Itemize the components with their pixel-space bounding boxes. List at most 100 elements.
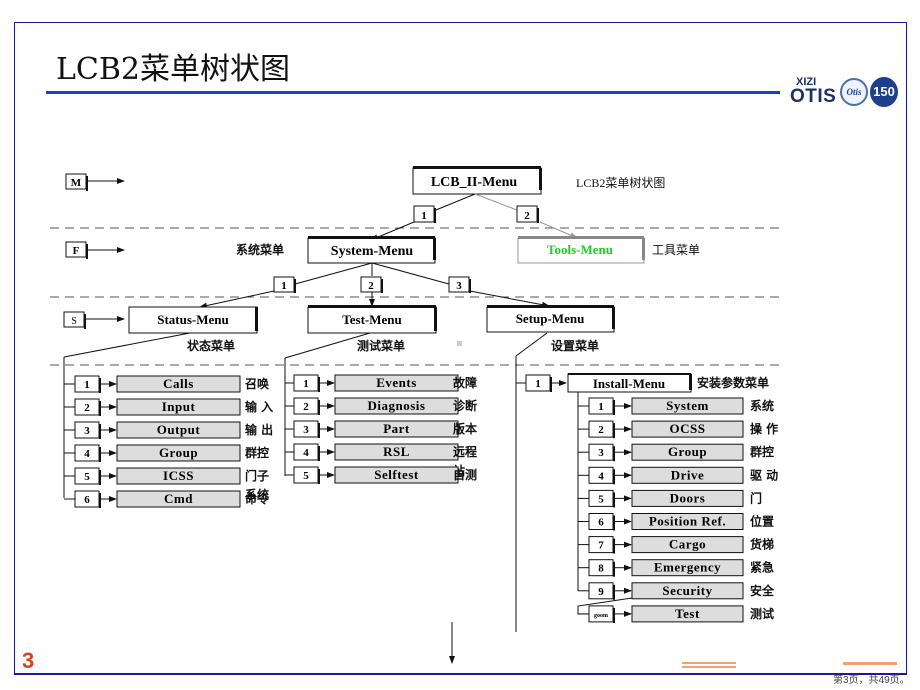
item-number: 8	[598, 563, 604, 575]
lcb-ii-menu-node[interactable]: LCB_II-Menu	[412, 166, 542, 195]
item-caption: 门子	[245, 468, 269, 483]
menu-item-row[interactable]: 1 Events 故障	[285, 374, 477, 392]
menu-item-row[interactable]: 4 Group 群控	[64, 444, 269, 462]
item-label: Emergency	[654, 560, 721, 575]
item-number: 3	[303, 424, 309, 436]
stray-marker	[457, 341, 462, 346]
item-caption: 输 出	[245, 422, 273, 437]
system-menu-node[interactable]: System-Menu	[307, 236, 436, 264]
menu-item-row[interactable]: 6 Position Ref. 位置	[578, 513, 774, 531]
menu-item-row[interactable]: 2 Diagnosis 诊断	[285, 397, 477, 415]
menu-item-row[interactable]: 8 Emergency 紧急	[578, 559, 774, 577]
item-caption: 召唤	[245, 376, 269, 391]
page-number: 3	[22, 648, 35, 673]
item-number: 1	[598, 401, 604, 413]
item-number: 4	[303, 447, 309, 459]
item-label: Cargo	[669, 537, 706, 552]
status-menu-node[interactable]: Status-Menu	[128, 306, 258, 334]
node-label: Test-Menu	[342, 312, 401, 327]
item-label: System	[666, 398, 709, 413]
svg-text:2: 2	[368, 280, 374, 292]
menu-item-row[interactable]: 7 Cargo 货梯	[578, 536, 774, 554]
menu-item-row[interactable]: 3 Output 输 出	[64, 421, 273, 439]
system-menu-caption: 系统菜单	[236, 242, 284, 257]
menu-item-row[interactable]: 1 System 系统	[578, 397, 774, 415]
branch-badge: 2	[360, 276, 383, 293]
item-label: Diagnosis	[368, 398, 426, 413]
menu-tree-diagram: M F S LCB_II-Menu LCB2菜单树状图 1 2 系统菜单 Sys…	[50, 166, 780, 664]
item-label: RSL	[383, 444, 410, 459]
branch-badge: 3	[448, 276, 471, 293]
menu-item-row[interactable]: 3 Part 版本	[285, 420, 477, 438]
item-caption: 位置	[750, 514, 774, 529]
item-label: Cmd	[164, 491, 193, 506]
item-caption: 输 入	[245, 399, 273, 414]
menu-item-row[interactable]: 3 Group 群控	[578, 443, 774, 462]
item-number: 4	[84, 448, 90, 460]
node-label: LCB_II-Menu	[431, 175, 518, 190]
menu-item-row[interactable]: 4 Drive 驱 动	[578, 466, 778, 485]
install-menu-caption: 安装参数菜单	[697, 375, 769, 390]
menu-item-row[interactable]: 1 Calls 召唤	[64, 375, 269, 393]
svg-text:3: 3	[456, 280, 462, 292]
node-label: Setup-Menu	[516, 311, 585, 326]
test-menu-caption: 测试菜单	[357, 338, 405, 353]
item-caption: 系统	[750, 398, 774, 413]
item-number: 6	[84, 494, 90, 506]
decorative-bar	[682, 662, 736, 664]
item-number: 4	[598, 470, 604, 482]
item-caption: 群控	[244, 445, 269, 460]
item-number: 2	[598, 424, 604, 436]
item-caption: 命令	[244, 491, 270, 506]
item-caption: 紧急	[750, 560, 774, 575]
node-label: System-Menu	[331, 244, 414, 259]
item-label: Part	[383, 421, 410, 436]
setup-menu-node[interactable]: Setup-Menu	[486, 305, 615, 333]
tools-menu-node[interactable]: Tools-Menu	[517, 236, 645, 264]
install-menu-row[interactable]: 1 Install-Menu 安装参数菜单	[516, 373, 769, 393]
branch-badge: 2	[516, 205, 539, 223]
item-caption: 驱 动	[750, 468, 778, 482]
svg-text:1: 1	[281, 280, 287, 292]
menu-item-row[interactable]: 2 OCSS 操 作	[578, 420, 778, 439]
item-number: goom	[594, 613, 608, 619]
item-number: 3	[598, 447, 604, 459]
menu-item-row[interactable]: 5 Selftest 自测	[285, 466, 477, 484]
item-number: 7	[598, 540, 604, 552]
item-number: 9	[598, 586, 604, 598]
menu-item-row[interactable]: 5 Doors 门	[578, 489, 762, 508]
item-caption: 版本	[453, 421, 477, 436]
decorative-bar	[843, 662, 897, 665]
item-number: 5	[84, 471, 90, 483]
tools-menu-caption: 工具菜单	[652, 243, 700, 257]
level-key-s: S	[63, 311, 125, 329]
branch-badge: 1	[413, 205, 436, 223]
root-caption: LCB2菜单树状图	[576, 175, 665, 190]
status-menu-caption: 状态菜单	[187, 338, 235, 353]
item-caption: 货梯	[750, 537, 774, 552]
item-label: Calls	[163, 376, 194, 391]
item-number: 5	[303, 470, 309, 482]
svg-text:2: 2	[524, 210, 530, 222]
level-key-label: S	[71, 316, 77, 327]
item-label: Group	[668, 444, 707, 459]
item-caption: 诊断	[453, 398, 477, 413]
setup-menu-caption: 设置菜单	[551, 338, 599, 353]
item-label: Group	[159, 445, 198, 460]
level-key-f: F	[65, 241, 125, 259]
test-menu-node[interactable]: Test-Menu	[307, 305, 437, 334]
item-number: 5	[598, 493, 604, 505]
item-label: Events	[376, 375, 417, 390]
item-number: 2	[303, 401, 309, 413]
branch-badge: 1	[273, 276, 296, 293]
item-caption: 安全	[750, 583, 775, 598]
item-label: Test	[675, 606, 700, 621]
level-key-m: M	[65, 173, 125, 191]
svg-text:1: 1	[421, 210, 427, 222]
menu-item-row[interactable]: 2 Input 输 入	[64, 398, 273, 416]
menu-item-row[interactable]: goom Test 测试	[578, 605, 774, 623]
item-number: 6	[598, 517, 604, 529]
item-caption: 门	[750, 490, 762, 505]
menu-item-row[interactable]: 6 Cmd 命令	[64, 490, 270, 508]
menu-item-row[interactable]: 9 Security 安全	[578, 582, 775, 600]
